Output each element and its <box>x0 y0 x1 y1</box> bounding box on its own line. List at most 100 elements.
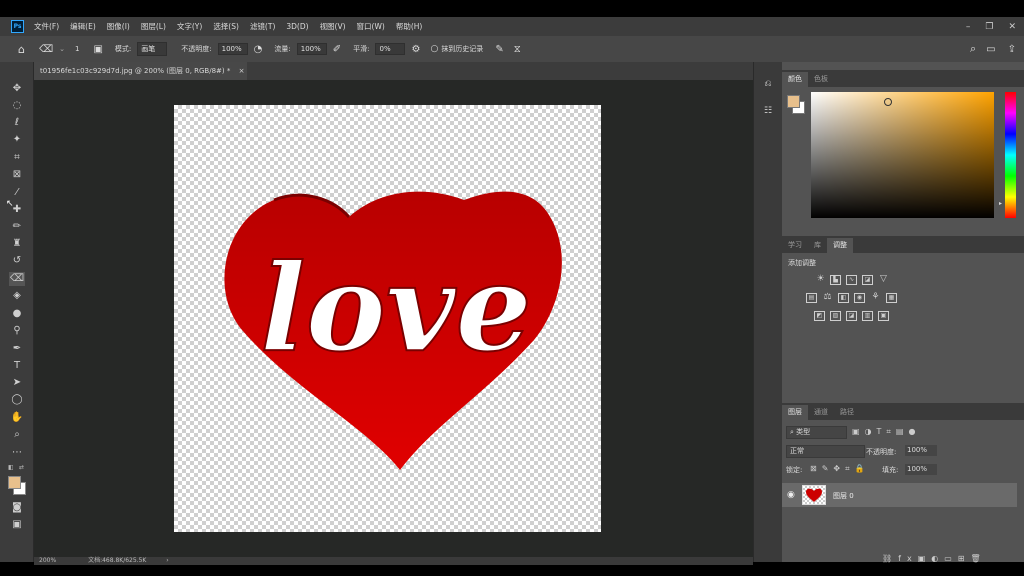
opacity-input[interactable]: 100% <box>217 43 248 55</box>
panel-foreground-swatch[interactable] <box>787 95 800 108</box>
mode-select[interactable]: 画笔 <box>137 42 168 56</box>
tab-color[interactable]: 颜色 <box>782 72 808 87</box>
blur-tool-icon[interactable]: ● <box>9 307 25 321</box>
pressure-size-icon[interactable]: ✎ <box>495 44 503 55</box>
layer-opacity-input[interactable]: 100% <box>905 445 937 456</box>
fill-input[interactable]: 100% <box>905 464 937 475</box>
layer-filter-select[interactable]: ⌕ 类型 <box>786 426 847 439</box>
status-chevron-icon[interactable]: › <box>166 557 168 564</box>
erase-history-checkbox[interactable]: ○ <box>430 44 438 54</box>
selective-color-icon[interactable]: ▣ <box>878 311 889 321</box>
brush-size-value[interactable]: 1 <box>75 45 79 53</box>
status-zoom[interactable]: 200% <box>39 557 56 564</box>
default-colors-icon[interactable]: ◧ <box>8 464 14 471</box>
document-canvas[interactable]: love <box>174 105 601 532</box>
swap-colors-icon[interactable]: ⇄ <box>19 464 24 471</box>
search-icon[interactable]: ⌕ <box>970 42 976 56</box>
brush-tool-icon[interactable]: ✏ <box>9 220 25 234</box>
layer-bottom-actions[interactable]: ⛓fx▣◐▭⊞🗑 <box>882 554 987 563</box>
symmetry-icon[interactable]: ⧖ <box>514 44 521 55</box>
exposure-icon[interactable]: ◪ <box>862 275 873 285</box>
ellipse-tool-icon[interactable]: ◯ <box>9 393 25 407</box>
hue-slider-handle-icon[interactable]: ▸ <box>999 200 1002 207</box>
menu-window[interactable]: 窗口(W) <box>357 21 385 32</box>
menu-file[interactable]: 文件(F) <box>34 21 59 32</box>
type-tool-icon[interactable]: T <box>9 359 25 373</box>
menu-3d[interactable]: 3D(D) <box>286 22 308 31</box>
restore-button[interactable]: ❐ <box>985 22 993 32</box>
path-selection-tool-icon[interactable]: ➤ <box>9 376 25 390</box>
document-tab-close-icon[interactable]: × <box>239 67 245 75</box>
channel-mixer-icon[interactable]: ⚘ <box>870 293 881 303</box>
close-window-button[interactable]: ✕ <box>1008 22 1016 32</box>
clone-stamp-tool-icon[interactable]: ♜ <box>9 237 25 251</box>
layer-filter-icons[interactable]: ▣◑T⌗▤● <box>852 427 920 437</box>
black-white-icon[interactable]: ◧ <box>838 293 849 303</box>
menu-filter[interactable]: 滤镜(T) <box>250 21 275 32</box>
menu-select[interactable]: 选择(S) <box>213 21 239 32</box>
foreground-color-swatch[interactable] <box>8 476 21 489</box>
airbrush-icon[interactable]: ✐ <box>333 44 341 55</box>
hand-tool-icon[interactable]: ✋ <box>9 411 25 425</box>
minimize-button[interactable]: – <box>966 22 971 32</box>
screen-mode-icon[interactable]: ▣ <box>9 518 25 532</box>
paint-bucket-tool-icon[interactable]: ◈ <box>9 289 25 303</box>
tab-channels[interactable]: 通道 <box>808 405 834 420</box>
levels-icon[interactable]: ▙ <box>830 275 841 285</box>
zoom-tool-icon[interactable]: ⌕ <box>9 428 25 442</box>
layer-visibility-eye-icon[interactable]: ◉ <box>787 490 795 500</box>
quick-mask-icon[interactable]: ◙ <box>9 501 25 515</box>
magic-wand-tool-icon[interactable]: ✦ <box>9 133 25 147</box>
pressure-opacity-icon[interactable]: ◔ <box>254 44 263 55</box>
menu-type[interactable]: 文字(Y) <box>177 21 202 32</box>
threshold-icon[interactable]: ◪ <box>846 311 857 321</box>
menu-layer[interactable]: 图层(L) <box>141 21 166 32</box>
flow-input[interactable]: 100% <box>296 43 327 55</box>
brush-settings-icon[interactable]: ▣ <box>93 44 102 55</box>
pen-tool-icon[interactable]: ✒ <box>9 342 25 356</box>
smoothing-input[interactable]: 0% <box>375 43 406 55</box>
blend-mode-select[interactable]: 正常 <box>786 445 865 458</box>
menu-image[interactable]: 图像(I) <box>107 21 130 32</box>
color-picker-cursor[interactable] <box>884 98 892 106</box>
dodge-tool-icon[interactable]: ⚲ <box>9 324 25 338</box>
hue-slider[interactable] <box>1005 92 1016 218</box>
hue-saturation-icon[interactable]: ▤ <box>806 293 817 303</box>
curves-icon[interactable]: ∿ <box>846 275 857 285</box>
menu-view[interactable]: 视图(V) <box>320 21 346 32</box>
edit-toolbar-icon[interactable]: ⋯ <box>9 446 25 460</box>
layer-name[interactable]: 图层 0 <box>833 491 854 501</box>
lock-icons[interactable]: ⊠✎✥⌗🔒 <box>810 464 870 474</box>
gradient-map-icon[interactable]: ▥ <box>862 311 873 321</box>
crop-tool-icon[interactable]: ⌗ <box>9 151 25 165</box>
lasso-tool-icon[interactable]: ℓ <box>9 116 25 130</box>
share-icon[interactable]: ⇪ <box>1008 44 1016 55</box>
workspace-icon[interactable]: ▭ <box>986 44 995 55</box>
eraser-tool-icon[interactable]: ⌫ <box>9 272 25 286</box>
layer-thumbnail[interactable] <box>802 485 826 505</box>
eraser-tool-icon[interactable]: ⌫ <box>39 44 53 55</box>
invert-icon[interactable]: ◩ <box>814 311 825 321</box>
history-panel-icon[interactable]: ⎌ <box>761 77 775 91</box>
tab-adjustments[interactable]: 调整 <box>827 238 853 253</box>
history-brush-tool-icon[interactable]: ↺ <box>9 254 25 268</box>
color-lookup-icon[interactable]: ▦ <box>886 293 897 303</box>
menu-help[interactable]: 帮助(H) <box>396 21 423 32</box>
properties-panel-icon[interactable]: ☷ <box>761 104 775 118</box>
tab-swatches[interactable]: 色板 <box>808 72 834 87</box>
posterize-icon[interactable]: ▨ <box>830 311 841 321</box>
vibrance-icon[interactable]: ▽ <box>878 275 889 285</box>
color-balance-icon[interactable]: ⚖ <box>822 293 833 303</box>
eyedropper-tool-icon[interactable]: ⁄ <box>9 186 25 200</box>
tab-paths[interactable]: 路径 <box>834 405 860 420</box>
menu-edit[interactable]: 编辑(E) <box>70 21 96 32</box>
frame-tool-icon[interactable]: ⊠ <box>9 168 25 182</box>
home-icon[interactable]: ⌂ <box>18 43 25 56</box>
marquee-tool-icon[interactable]: ◌ <box>9 99 25 113</box>
document-tab[interactable]: t01956fe1c03c929d7d.jpg @ 200% (图层 0, RG… <box>34 62 247 80</box>
smoothing-settings-gear-icon[interactable]: ⚙ <box>411 44 420 55</box>
brightness-icon[interactable]: ☀ <box>815 275 826 285</box>
tab-layers[interactable]: 图层 <box>782 405 808 420</box>
tab-libraries[interactable]: 库 <box>808 238 827 253</box>
color-picker-field[interactable] <box>811 92 994 218</box>
